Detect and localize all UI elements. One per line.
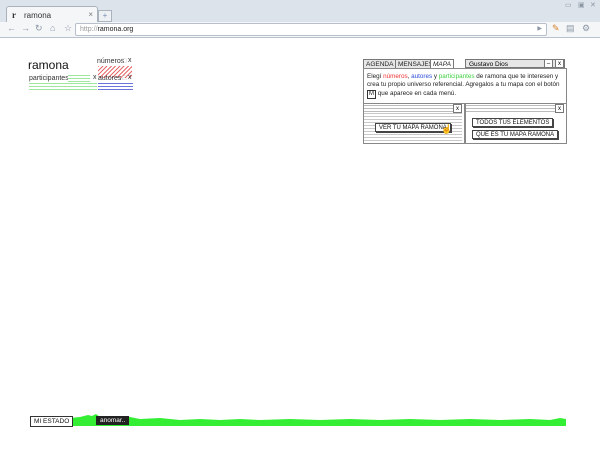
que-es-mapa-button[interactable]: QUE ES TU MAPA RAMONA: [472, 130, 559, 139]
back-icon[interactable]: ←: [7, 23, 16, 33]
bookmark-star-icon[interactable]: ☆: [64, 23, 72, 34]
forward-icon[interactable]: →: [21, 23, 30, 33]
close-numeros-icon[interactable]: □: [122, 58, 126, 65]
participantes-pattern: [29, 83, 97, 90]
desc-sep-2: y: [432, 73, 439, 80]
preview-close-button[interactable]: x: [453, 104, 462, 113]
url-host: ramona.org: [97, 26, 134, 33]
panel-close-button[interactable]: x: [555, 59, 564, 68]
filter-participantes[interactable]: participantes: [29, 75, 69, 82]
favicon-icon: r: [12, 10, 16, 20]
todos-elementos-button[interactable]: TODOS TUS ELEMENTOS: [472, 118, 554, 127]
home-icon[interactable]: ⌂: [50, 23, 55, 33]
desc-autores[interactable]: autores: [411, 73, 432, 80]
desc-numeros[interactable]: números: [383, 73, 408, 80]
tab-title: ramona: [24, 11, 52, 20]
desc-text-3: que aparece en cada menú.: [376, 89, 457, 97]
restore-window-icon[interactable]: ▣: [578, 1, 585, 9]
cursor-hand-icon: ☝: [441, 124, 453, 134]
participantes-pattern-top: [68, 75, 90, 82]
close-numeros-x[interactable]: x: [128, 57, 132, 64]
desc-participantes[interactable]: participantes: [439, 73, 475, 80]
filter-autores[interactable]: autores: [98, 75, 121, 82]
panel-minimize-button[interactable]: –: [544, 59, 553, 68]
site-logo[interactable]: ramona: [28, 58, 69, 72]
close-participantes-x[interactable]: x: [93, 74, 97, 81]
options-close-button[interactable]: x: [555, 104, 564, 113]
reload-icon[interactable]: ↻: [35, 23, 43, 34]
tab-close-icon[interactable]: ×: [88, 10, 93, 19]
go-icon[interactable]: ▶: [537, 24, 542, 35]
autores-pattern: [98, 83, 133, 90]
mapa-description: Elegí números, autores y participantes d…: [367, 73, 563, 99]
extension-icon[interactable]: ✎: [552, 23, 560, 34]
map-add-key-icon: M: [367, 89, 376, 99]
minimize-window-icon[interactable]: ▭: [565, 1, 572, 9]
new-tab-icon[interactable]: +: [98, 10, 112, 22]
options-header-pattern: [466, 104, 555, 112]
ver-mapa-button[interactable]: VER TU MAPA RAMONA: [375, 123, 451, 132]
browser-chrome: r ramona × + ▭ ▣ ✕ ← → ↻ ⌂ ☆ http://ramo…: [0, 0, 600, 38]
mi-estado-button[interactable]: MI ESTADO: [30, 416, 74, 427]
user-status-label[interactable]: anomar..: [96, 416, 130, 425]
wrench-menu-icon[interactable]: ⚙: [582, 23, 590, 34]
preview-header-pattern: [364, 104, 453, 112]
toolbar: ← → ↻ ⌂ ☆ http://ramona.org ▶ ✎ ▤ ⚙: [0, 22, 600, 37]
url-protocol: http://: [80, 26, 98, 33]
close-autores-icon[interactable]: □: [122, 75, 126, 82]
filter-numeros[interactable]: números: [97, 58, 124, 65]
address-bar[interactable]: http://ramona.org ▶: [75, 23, 547, 36]
page-menu-icon[interactable]: ▤: [566, 23, 575, 34]
close-autores-x[interactable]: x: [128, 74, 132, 81]
desc-text-1: Elegí: [367, 73, 384, 80]
close-window-icon[interactable]: ✕: [590, 1, 596, 9]
